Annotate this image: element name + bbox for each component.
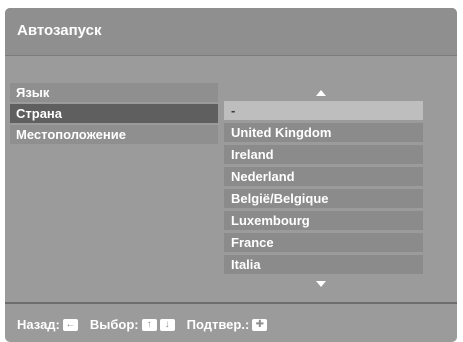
menu-item-language[interactable]: Язык: [10, 83, 218, 102]
menu-item-label: Местоположение: [16, 127, 126, 142]
list-item-country[interactable]: United Kingdom: [224, 123, 423, 142]
up-arrow-key-icon: ↑: [141, 318, 157, 331]
down-arrow-key-icon: ↓: [159, 318, 175, 331]
list-item-country[interactable]: -: [224, 101, 423, 120]
back-hint-label: Назад:: [17, 317, 60, 332]
scroll-up-arrow-icon[interactable]: [316, 90, 326, 96]
list-item-country[interactable]: Ireland: [224, 145, 423, 164]
left-arrow-key-icon: ←: [62, 318, 78, 331]
page-title: Автозапуск: [17, 22, 102, 39]
list-item-country[interactable]: België/Belgique: [224, 189, 423, 208]
list-item-country[interactable]: France: [224, 233, 423, 252]
list-item-country[interactable]: Luxembourg: [224, 211, 423, 230]
title-bar: Автозапуск: [5, 8, 457, 56]
list-item-country[interactable]: Italia: [224, 255, 423, 274]
confirm-hint-label: Подтвер.:: [186, 317, 250, 332]
footer-divider: [5, 302, 457, 304]
enter-key-icon: ✚: [252, 318, 268, 331]
scroll-down-arrow-icon[interactable]: [316, 281, 326, 287]
menu-item-label: Страна: [16, 106, 63, 121]
setup-screen: Автозапуск Язык Страна Местоположение - …: [5, 8, 457, 342]
menu-item-location[interactable]: Местоположение: [10, 125, 218, 144]
menu-item-country[interactable]: Страна: [10, 104, 218, 123]
settings-menu: Язык Страна Местоположение: [10, 83, 218, 146]
list-item-country[interactable]: Nederland: [224, 167, 423, 186]
menu-item-label: Язык: [16, 85, 50, 100]
select-hint-label: Выбор:: [89, 317, 139, 332]
country-list: - United Kingdom Ireland Nederland Belgi…: [224, 101, 423, 277]
footer-hints: Назад: ← Выбор: ↑ ↓ Подтвер.: ✚: [17, 317, 268, 332]
